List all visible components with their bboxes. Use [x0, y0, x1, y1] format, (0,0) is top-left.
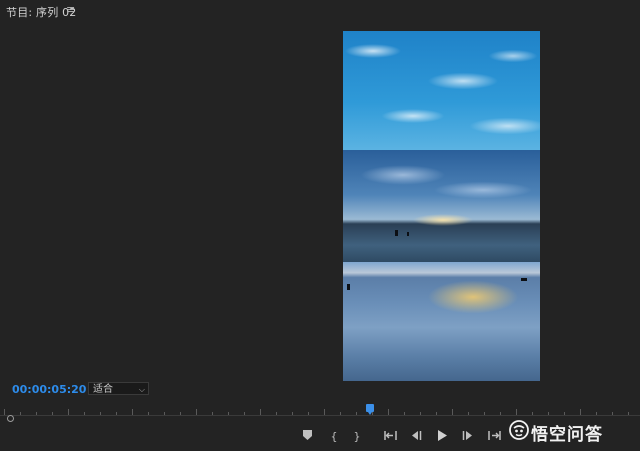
zoom-level-select[interactable]: 适合 ⌵ [88, 382, 149, 395]
ruler-tick [84, 412, 85, 415]
boat-silhouette [521, 278, 527, 281]
mark-in-button[interactable]: { [327, 430, 341, 444]
ruler-tick [500, 412, 501, 415]
ruler-tick [308, 412, 309, 415]
zoom-level-value: 适合 [93, 384, 113, 395]
ruler-tick [164, 412, 165, 415]
ruler-tick [36, 412, 37, 415]
ruler-tick [260, 409, 261, 415]
ruler-tick [132, 409, 133, 415]
play-icon [438, 430, 447, 441]
ruler-tick [564, 412, 565, 415]
chevron-down-icon: ⌵ [138, 385, 145, 394]
ruler-tick [116, 412, 117, 415]
marker-icon [302, 430, 312, 440]
ruler-tick [452, 409, 453, 415]
ruler-tick [468, 412, 469, 415]
sunset-clouds-image [343, 150, 540, 262]
ruler-tick [596, 412, 597, 415]
ruler-tick [516, 409, 517, 415]
boat-silhouette [395, 230, 398, 236]
go-to-out-icon [488, 431, 501, 440]
time-ruler[interactable] [0, 402, 640, 416]
scrollbar-handle[interactable] [7, 415, 14, 422]
sky-clouds-image [343, 31, 540, 150]
ruler-tick [276, 412, 277, 415]
ruler-tick [372, 412, 373, 415]
step-forward-icon [462, 431, 472, 440]
buoy-silhouette [347, 284, 350, 290]
go-to-out-button[interactable] [485, 430, 503, 444]
panel-menu-icon[interactable]: ≡ [66, 3, 75, 16]
ruler-tick [628, 412, 629, 415]
sea-reflection-image [343, 262, 540, 381]
ruler-tick [228, 412, 229, 415]
ruler-tick [484, 412, 485, 415]
ruler-tick [388, 409, 389, 415]
play-button[interactable] [434, 430, 450, 444]
step-back-button[interactable] [408, 430, 424, 444]
step-forward-button[interactable] [460, 430, 476, 444]
ruler-tick [4, 409, 5, 415]
mark-out-button[interactable]: } [350, 430, 364, 444]
ruler-tick [324, 409, 325, 415]
add-marker-button[interactable] [300, 430, 314, 444]
ruler-tick [548, 412, 549, 415]
ruler-tick [580, 409, 581, 415]
ruler-tick [340, 412, 341, 415]
ruler-tick [20, 412, 21, 415]
panel-header: 节目: 序列 02 ≡ [0, 0, 640, 22]
program-monitor-viewer [343, 31, 540, 381]
go-to-in-icon [384, 431, 397, 440]
ruler-tick [404, 412, 405, 415]
ruler-tick [212, 412, 213, 415]
ruler-tick [68, 409, 69, 415]
wukong-logo-icon [509, 420, 529, 440]
ruler-tick [292, 412, 293, 415]
boat-silhouette [407, 232, 409, 236]
watermark-text: 悟空问答 [531, 425, 603, 445]
ruler-tick [180, 412, 181, 415]
step-back-icon [412, 431, 422, 440]
ruler-tick [612, 412, 613, 415]
ruler-tick [436, 412, 437, 415]
ruler-tick [52, 412, 53, 415]
ruler-tick [420, 412, 421, 415]
playhead-marker[interactable] [366, 404, 374, 415]
ruler-baseline [0, 415, 640, 416]
ruler-tick [356, 412, 357, 415]
ruler-tick [196, 409, 197, 415]
go-to-in-button[interactable] [382, 430, 400, 444]
ruler-tick [532, 412, 533, 415]
ruler-tick [148, 412, 149, 415]
ruler-tick [244, 412, 245, 415]
playhead-timecode[interactable]: 00:00:05:20 [12, 383, 86, 396]
ruler-tick [100, 412, 101, 415]
